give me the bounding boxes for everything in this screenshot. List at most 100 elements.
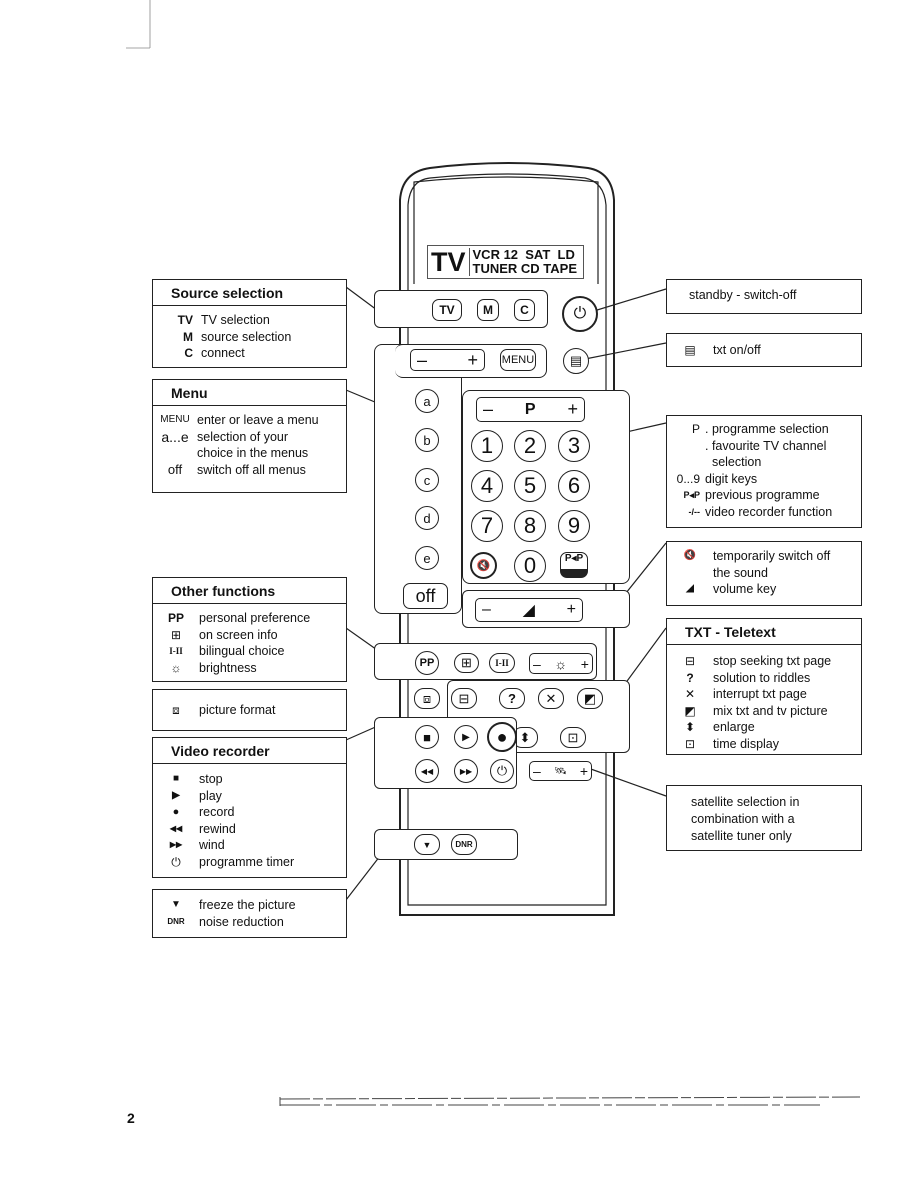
p-label: P — [524, 400, 536, 418]
legend-key: ▼ — [171, 899, 181, 910]
digit-8-button[interactable]: 8 — [514, 510, 546, 542]
off-button[interactable]: off — [403, 583, 448, 609]
riddle-button[interactable]: ? — [499, 688, 525, 709]
mix-icon: ◩ — [583, 690, 597, 706]
stop-button[interactable]: ■ — [415, 725, 439, 749]
menu-button[interactable]: MENU — [500, 349, 536, 371]
digit-1-button[interactable]: 1 — [471, 430, 503, 462]
txt-button[interactable]: ▤ — [563, 348, 589, 374]
stop-seek-button[interactable]: ⊟ — [451, 688, 477, 709]
tv-button[interactable]: TV — [432, 299, 462, 321]
legend-text: stop — [199, 772, 223, 786]
rewind-button[interactable]: ◀◀ — [415, 759, 439, 783]
digit-7-button[interactable]: 7 — [471, 510, 503, 542]
legend-key: ▶ — [172, 789, 180, 801]
legend-text: volume key — [713, 582, 777, 596]
legend-text: rewind — [199, 821, 236, 836]
legend-key: ⊞ — [170, 627, 182, 642]
mix-button[interactable]: ◩ — [577, 688, 603, 709]
legend-key — [667, 565, 713, 582]
e-button[interactable]: e — [415, 546, 439, 570]
legend-key: ☼ — [170, 660, 182, 675]
legend-text: . programme selection — [705, 422, 829, 436]
legend-key: ⏻ — [171, 854, 181, 869]
brightness-plus-key[interactable]: + — [581, 656, 589, 672]
standby-button[interactable]: ⏻ — [562, 296, 598, 332]
legend-key: ◢ — [686, 583, 694, 594]
txt-icon: ▤ — [569, 353, 583, 368]
video-recorder-title: Video recorder — [153, 738, 346, 764]
legend-key: ⊡ — [684, 736, 696, 751]
digit-6-button[interactable]: 6 — [558, 470, 590, 502]
picture-format-button[interactable]: ⧈ — [414, 688, 440, 709]
legend-key: ▤ — [684, 343, 696, 357]
legend-text: . favourite TV channel — [705, 438, 827, 453]
plus-key[interactable]: + — [467, 350, 478, 371]
legend-text: freeze the picture — [199, 898, 296, 912]
time-display-button[interactable]: ⊡ — [560, 727, 586, 748]
dnr-button[interactable]: DNR — [451, 834, 477, 855]
info-button[interactable]: ⊞ — [454, 653, 479, 673]
satellite-box: satellite selection in combination with … — [666, 785, 862, 851]
legend-key: P — [691, 422, 700, 436]
legend-text: picture format — [199, 703, 276, 717]
p-minus-key[interactable]: – — [483, 399, 493, 420]
digit-4-button[interactable]: 4 — [471, 470, 503, 502]
legend-key: M — [183, 329, 193, 344]
legend-key: DNR — [167, 916, 185, 926]
legend-key: a...e — [161, 428, 189, 445]
interrupt-button[interactable]: ✕ — [538, 688, 564, 709]
legend-text: record — [199, 805, 235, 819]
satellite-bar[interactable]: – 🛰 + — [529, 761, 592, 781]
bilingual-button[interactable]: I-II — [489, 653, 515, 673]
menu-adjust-bar[interactable]: – + — [410, 349, 485, 371]
satellite-line: combination with a — [691, 812, 795, 826]
record-button[interactable]: ● — [487, 722, 517, 752]
digit-3-button[interactable]: 3 — [558, 430, 590, 462]
c-button[interactable]: C — [514, 299, 535, 321]
d-button[interactable]: d — [415, 506, 439, 530]
teletext-title: TXT - Teletext — [667, 619, 861, 645]
a-button[interactable]: a — [415, 389, 439, 413]
digit-9-button[interactable]: 9 — [558, 510, 590, 542]
timer-button[interactable]: ⏻ — [490, 759, 514, 783]
play-button[interactable]: ▶ — [454, 725, 478, 749]
programme-bar[interactable]: – P + — [476, 397, 585, 422]
brightness-bar[interactable]: – ☼ + — [529, 653, 593, 674]
p-plus-key[interactable]: + — [567, 399, 578, 420]
volume-bar[interactable]: – ◢ + — [475, 598, 583, 622]
previous-programme-button[interactable]: P◂P — [560, 552, 588, 578]
digit-5-button[interactable]: 5 — [514, 470, 546, 502]
volume-minus-key[interactable]: – — [482, 601, 491, 619]
freeze-button[interactable]: ▼ — [414, 834, 440, 855]
wind-button[interactable]: ▶▶ — [454, 759, 478, 783]
timer-icon: ⏻ — [496, 763, 508, 778]
legend-key: PP — [167, 611, 184, 625]
mute-button[interactable]: 🔇 — [470, 552, 497, 579]
digit-2-button[interactable]: 2 — [514, 430, 546, 462]
digit-0-button[interactable]: 0 — [514, 550, 546, 582]
legend-text: time display — [713, 736, 779, 751]
brightness-minus-key[interactable]: – — [533, 656, 541, 672]
volume-plus-key[interactable]: + — [567, 601, 576, 619]
legend-key: ◀◀ — [169, 823, 183, 833]
legend-key: 🔇 — [683, 550, 697, 561]
menu-box: Menu MENU enter or leave a menu a...e sele… — [152, 379, 347, 493]
c-small-button[interactable]: c — [415, 468, 439, 492]
legend-text: enlarge — [713, 720, 755, 734]
legend-key: ⊟ — [684, 654, 696, 668]
sat-minus-key[interactable]: – — [533, 763, 541, 779]
legend-key — [153, 445, 197, 462]
sat-plus-key[interactable]: + — [580, 763, 588, 779]
minus-key[interactable]: – — [417, 350, 427, 371]
b-button[interactable]: b — [415, 428, 439, 452]
legend-key: ◩ — [684, 703, 696, 718]
mute-icon: 🔇 — [476, 560, 491, 572]
legend-text: programme timer — [199, 854, 295, 869]
stop-seek-icon: ⊟ — [458, 690, 470, 706]
volume-icon: ◢ — [522, 602, 535, 619]
stop-icon: ■ — [423, 729, 431, 745]
m-button[interactable]: M — [477, 299, 499, 321]
satellite-line: satellite selection in — [691, 795, 800, 809]
pp-button[interactable]: PP — [415, 651, 439, 675]
